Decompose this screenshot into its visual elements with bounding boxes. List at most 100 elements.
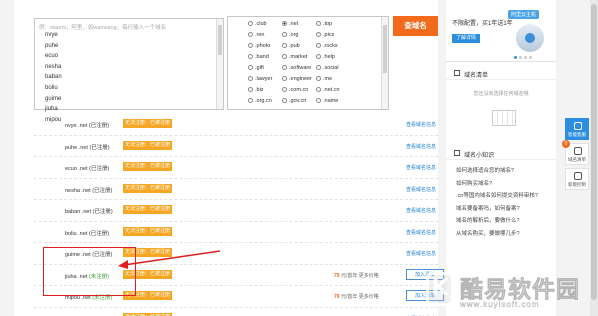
suffix-option[interactable]: .software bbox=[282, 63, 316, 73]
book-icon bbox=[454, 150, 460, 156]
tip-link[interactable]: 域名的解析后，要做什么? bbox=[456, 215, 538, 228]
domain-names-textarea[interactable]: 例：xiaomi，阿里，如wanwang，每行输入一个域名 nvye puhe … bbox=[34, 18, 224, 123]
tip-link[interactable]: 从域名购买，要做哪几步? bbox=[456, 228, 538, 241]
radio-icon[interactable] bbox=[248, 54, 253, 59]
result-row: pihui .net (已注册)无法注册：已被注册查看域名信息 bbox=[34, 308, 438, 316]
suffix-option[interactable]: .name bbox=[316, 96, 350, 106]
radio-icon[interactable] bbox=[248, 65, 253, 70]
promo-banner[interactable]: 阿里云主机 不限配置，买1年送1年 了解详情 bbox=[446, 0, 556, 62]
tip-link[interactable]: 域名要备案吗，如何备案? bbox=[456, 203, 538, 216]
result-row: ecuo .net (已注册) 无法注册：已被注册 查看域名信息 bbox=[34, 157, 438, 179]
radio-icon[interactable] bbox=[282, 21, 287, 26]
radio-icon[interactable] bbox=[316, 98, 321, 103]
new-console-button[interactable]: 新版控制 bbox=[565, 168, 589, 190]
headset-icon bbox=[574, 122, 582, 130]
suffix-option[interactable]: .help bbox=[316, 52, 350, 62]
page-scrollbar[interactable] bbox=[590, 0, 598, 316]
price-text[interactable]: 79 元/首年 更多价格 bbox=[334, 272, 379, 279]
suffix-option[interactable]: .org.cn bbox=[248, 96, 282, 106]
view-whois-link[interactable]: 查看域名信息 bbox=[406, 143, 436, 150]
view-whois-link[interactable]: 查看域名信息 bbox=[406, 229, 436, 236]
tip-link[interactable]: .cn等国内域名如何提交资料审核? bbox=[456, 190, 538, 203]
suffix-option[interactable]: .band bbox=[248, 52, 282, 62]
radio-icon[interactable] bbox=[282, 98, 287, 103]
radio-icon[interactable] bbox=[248, 87, 253, 92]
radio-icon[interactable] bbox=[248, 76, 253, 81]
view-whois-link[interactable]: 查看域名信息 bbox=[406, 250, 436, 257]
suffix-option[interactable]: .lawyer bbox=[248, 74, 282, 84]
suffix-option[interactable]: .engineer bbox=[282, 74, 316, 84]
radio-icon[interactable] bbox=[282, 32, 287, 37]
suffix-option[interactable]: .social bbox=[316, 63, 350, 73]
result-row: nvye .net (已注册) 无法注册：已被注册 查看域名信息 bbox=[34, 114, 438, 136]
suffix-scrollbar[interactable] bbox=[381, 17, 388, 109]
status-tag: 无法注册：已被注册 bbox=[123, 205, 173, 214]
suffix-option[interactable]: .pics bbox=[316, 30, 350, 40]
view-whois-link[interactable]: 查看域名信息 bbox=[406, 207, 436, 214]
domain-name-list: nvye puhe ecuo nesha baban boliu guime j… bbox=[45, 30, 62, 125]
radio-icon[interactable] bbox=[316, 32, 321, 37]
view-whois-link[interactable]: 查看域名信息 bbox=[406, 164, 436, 171]
status-tag: 无法注册：已被注册 bbox=[123, 312, 173, 316]
view-whois-link[interactable]: 查看域名信息 bbox=[406, 121, 436, 128]
search-domain-button[interactable]: 查域名 bbox=[393, 16, 438, 36]
suffix-label: .software bbox=[289, 65, 312, 71]
domain-result-name: boliu .net (已注册) bbox=[65, 230, 110, 237]
radio-icon[interactable] bbox=[316, 76, 321, 81]
tip-link[interactable]: 如何选择适合您的域名? bbox=[456, 165, 538, 178]
suffix-label: .gov.cn bbox=[289, 98, 307, 104]
floating-toolbar: 智能客服 0 域名清单 新版控制 bbox=[562, 118, 591, 193]
suffix-option[interactable]: .pub bbox=[282, 41, 316, 51]
result-row: puhe .net (已注册) 无法注册：已被注册 查看域名信息 bbox=[34, 136, 438, 157]
radio-icon[interactable] bbox=[316, 65, 321, 70]
suffix-option[interactable]: .rocks bbox=[316, 41, 350, 51]
cart-header: 域名清单 bbox=[446, 66, 556, 80]
suffix-option[interactable]: .gov.cn bbox=[282, 96, 316, 106]
suffix-option[interactable]: .club bbox=[248, 19, 282, 29]
suffix-option[interactable]: .market bbox=[282, 52, 316, 62]
promo-details-button[interactable]: 了解详情 bbox=[452, 34, 480, 43]
suffix-label: .band bbox=[255, 54, 269, 60]
price-text[interactable]: 79 元/首年 更多价格 bbox=[334, 293, 379, 300]
tip-link[interactable]: 如何购买域名? bbox=[456, 178, 538, 191]
suffix-option[interactable]: .biz bbox=[248, 85, 282, 95]
suffix-label: .gift bbox=[255, 65, 264, 71]
view-whois-link[interactable]: 查看域名信息 bbox=[406, 186, 436, 193]
radio-icon[interactable] bbox=[316, 21, 321, 26]
cloud-server-icon bbox=[516, 24, 544, 52]
radio-icon[interactable] bbox=[282, 65, 287, 70]
suffix-label: .pub bbox=[289, 43, 300, 49]
result-row: baban .net (已注册) 无法注册：已被注册 查看域名信息 bbox=[34, 200, 438, 222]
radio-icon[interactable] bbox=[282, 43, 287, 48]
suffix-option[interactable]: .org bbox=[282, 30, 316, 40]
cart-button[interactable]: 0 域名清单 bbox=[562, 140, 589, 165]
watermark-name: 酷易软件园 bbox=[460, 277, 580, 304]
radio-icon[interactable] bbox=[316, 54, 321, 59]
suffix-option[interactable]: .net bbox=[282, 19, 316, 29]
suffix-option[interactable]: .gift bbox=[248, 63, 282, 73]
suffix-option[interactable]: .photo bbox=[248, 41, 282, 51]
empty-cart-icon bbox=[492, 110, 516, 126]
radio-icon[interactable] bbox=[248, 98, 253, 103]
radio-icon[interactable] bbox=[248, 43, 253, 48]
suffix-option[interactable]: .me bbox=[316, 74, 350, 84]
suffix-label: .top bbox=[323, 21, 333, 27]
radio-icon[interactable] bbox=[248, 21, 253, 26]
suffix-label: .com.cn bbox=[289, 87, 309, 93]
suffix-option[interactable]: .com.cn bbox=[282, 85, 316, 95]
customer-service-button[interactable]: 智能客服 bbox=[565, 118, 589, 140]
radio-icon[interactable] bbox=[282, 54, 287, 59]
carousel-dots[interactable] bbox=[514, 55, 534, 61]
suffix-option[interactable]: .net.cn bbox=[316, 85, 350, 95]
suffix-label: .photo bbox=[255, 43, 271, 49]
domain-name-line: boliu bbox=[45, 84, 58, 91]
radio-icon[interactable] bbox=[248, 32, 253, 37]
radio-icon[interactable] bbox=[316, 87, 321, 92]
radio-icon[interactable] bbox=[316, 43, 321, 48]
status-tag: 无法注册：已被注册 bbox=[123, 183, 173, 193]
radio-icon[interactable] bbox=[282, 87, 287, 92]
radio-icon[interactable] bbox=[282, 76, 287, 81]
textarea-scrollbar[interactable] bbox=[216, 19, 223, 109]
suffix-option[interactable]: .top bbox=[316, 19, 350, 29]
suffix-option[interactable]: .ren bbox=[248, 30, 282, 40]
